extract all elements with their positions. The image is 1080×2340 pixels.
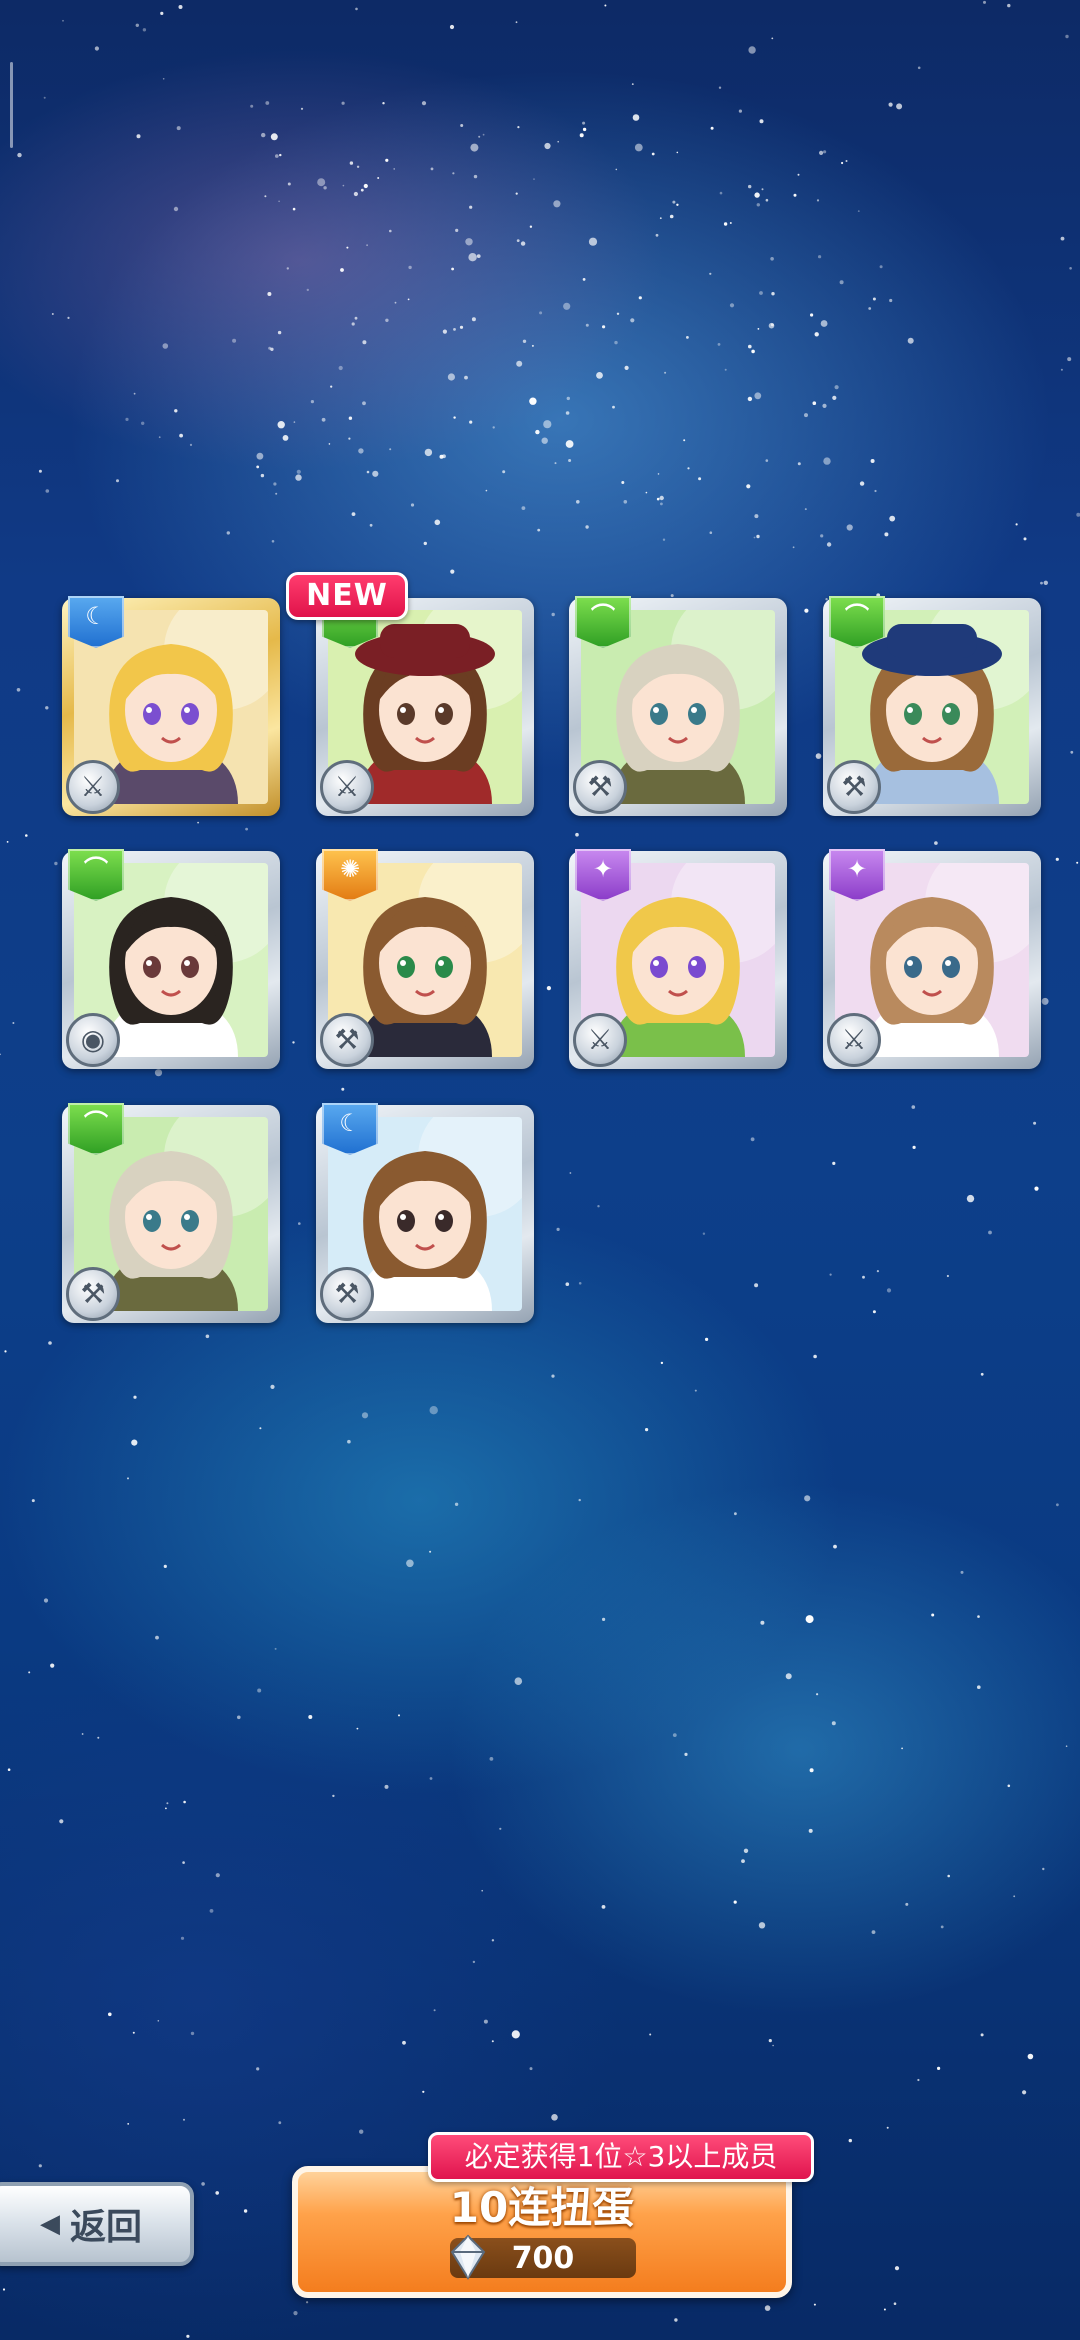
leaf-icon: ⌒	[845, 602, 869, 630]
member-card[interactable]: ☾ ⚔	[62, 596, 280, 816]
edge-indicator	[10, 62, 13, 148]
hammer-icon: ⚒	[320, 1013, 374, 1067]
cost-value: 700	[511, 2240, 575, 2276]
member-card[interactable]: ☾ ⚒	[316, 1103, 534, 1323]
hammer-icon: ⚒	[66, 1267, 120, 1321]
diamond-icon	[450, 2234, 486, 2280]
hammer-icon: ⚒	[827, 760, 881, 814]
member-card[interactable]: ⌒ ⚒	[823, 596, 1041, 816]
leaf-icon: ⌒	[84, 855, 108, 883]
back-arrow-icon: ◀	[39, 2209, 60, 2239]
back-button-label: 返回	[69, 2207, 142, 2248]
back-button[interactable]: ◀ 返回	[0, 2182, 194, 2266]
member-card[interactable]: ✦ ⚔	[823, 849, 1041, 1069]
star-icon: ✦	[592, 855, 614, 883]
member-card[interactable]: ⌒ ◉	[62, 849, 280, 1069]
member-card[interactable]: ⌒ ⚒	[569, 596, 787, 816]
star-icon: ✦	[846, 855, 868, 883]
sword-icon: ⚔	[320, 760, 374, 814]
moon-icon: ☾	[85, 602, 107, 630]
hammer-icon: ⚒	[320, 1267, 374, 1321]
member-card[interactable]: ✦ ⚔	[569, 849, 787, 1069]
sword-icon: ⚔	[66, 760, 120, 814]
moon-icon: ☾	[339, 1109, 361, 1137]
sword-icon: ⚔	[573, 1013, 627, 1067]
new-badge: NEW	[286, 572, 408, 620]
hammer-icon: ⚒	[573, 760, 627, 814]
gacha-button-label: 10连扭蛋	[449, 2183, 635, 2232]
ten-pull-gacha-button[interactable]: 10连扭蛋 700	[292, 2166, 792, 2298]
sun-icon: ✺	[339, 855, 361, 883]
member-card[interactable]: ⌒⚔	[316, 596, 534, 816]
sword-icon: ⚔	[827, 1013, 881, 1067]
guarantee-banner: 必定获得1位☆3以上成员	[428, 2132, 814, 2182]
member-card[interactable]: ✺ ⚒	[316, 849, 534, 1069]
leaf-icon: ⌒	[84, 1109, 108, 1137]
shield-icon: ◉	[66, 1013, 120, 1067]
leaf-icon: ⌒	[591, 602, 615, 630]
member-card[interactable]: ⌒ ⚒	[62, 1103, 280, 1323]
